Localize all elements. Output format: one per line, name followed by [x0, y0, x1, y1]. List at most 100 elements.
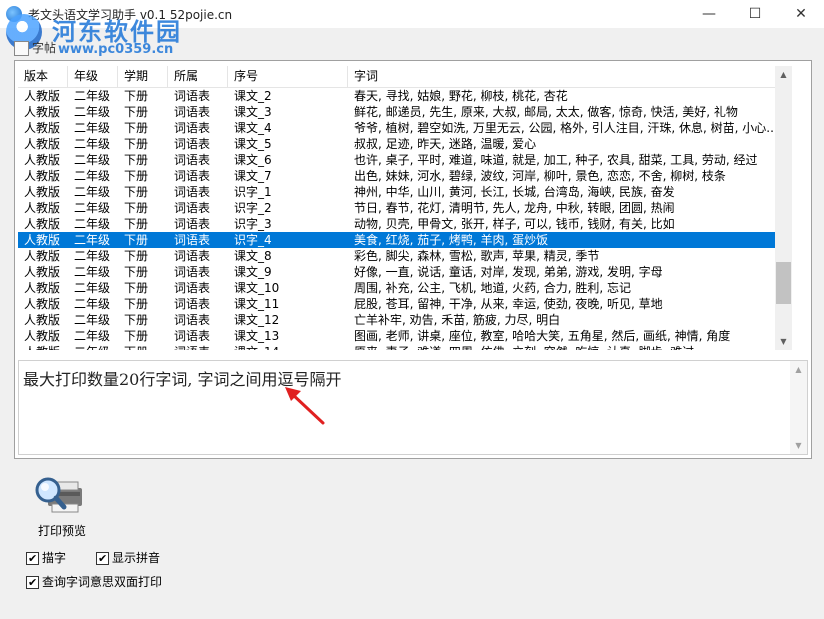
print-preview-button[interactable]: 打印预览 [24, 472, 86, 538]
table-row[interactable]: 人教版 二年级 下册 词语表 课文_4 爷爷, 植树, 碧空如洗, 万里无云, 公园, 格… [18, 120, 778, 136]
watermark-url: www.pc0359.cn [58, 42, 174, 57]
table-cell-words: 出色, 妹妹, 河水, 碧绿, 波纹, 河岸, 柳叶, 景色, 恋恋, 不舍, … [354, 169, 726, 183]
table-cell-grade: 二年级 [74, 169, 111, 183]
table-cell-grade: 二年级 [74, 313, 111, 327]
tab-label: 字帖 [32, 41, 57, 55]
table-cell-words: 节日, 春节, 花灯, 清明节, 先人, 龙舟, 中秋, 转眼, 团圆, 热闹 [354, 201, 675, 215]
table-cell-belongs: 词语表 [174, 249, 211, 263]
table-cell-belongs: 词语表 [174, 121, 211, 135]
input-scroll-down-icon[interactable]: ▼ [790, 437, 807, 454]
table-cell-edition: 人教版 [24, 121, 61, 135]
table-cell-grade: 二年级 [74, 153, 111, 167]
table-cell-grade: 二年级 [74, 233, 111, 247]
input-scroll-up-icon[interactable]: ▲ [790, 361, 807, 378]
table-cell-seq: 识字_4 [234, 233, 272, 247]
table-row[interactable]: 人教版 二年级 下册 词语表 课文_13 图画, 老师, 讲桌, 座位, 教室, 哈哈大笑… [18, 328, 778, 344]
table-cell-seq: 课文_2 [234, 89, 272, 103]
table-cell-grade: 二年级 [74, 201, 111, 215]
table-cell-words: 亡羊补牢, 劝告, 禾苗, 筋疲, 力尽, 明白 [354, 313, 561, 327]
table-row[interactable]: 人教版 二年级 下册 词语表 课文_11 屁股, 苍耳, 留神, 干净, 从来, 幸运, … [18, 296, 778, 312]
table-cell-words: 图画, 老师, 讲桌, 座位, 教室, 哈哈大笑, 五角星, 然后, 画纸, 神… [354, 329, 731, 343]
table-cell-grade: 二年级 [74, 249, 111, 263]
table-row[interactable]: 人教版 二年级 下册 词语表 课文_6 也许, 桌子, 平时, 难道, 味道, 就是, 加… [18, 152, 778, 168]
table-cell-term: 下册 [124, 105, 149, 119]
scroll-up-icon[interactable]: ▲ [775, 66, 792, 83]
scroll-down-icon[interactable]: ▼ [775, 333, 792, 350]
table-row[interactable]: 人教版 二年级 下册 词语表 识字_4 美食, 红烧, 茄子, 烤鸭, 羊肉, 蛋炒饭 [18, 232, 778, 248]
table-cell-belongs: 词语表 [174, 265, 211, 279]
table-cell-edition: 人教版 [18, 344, 68, 350]
table-cell-term: 下册 [124, 169, 149, 183]
maximize-button[interactable]: ☐ [732, 0, 778, 28]
column-header-grade[interactable]: 年级 [68, 66, 118, 87]
table-cell-grade: 二年级 [74, 121, 111, 135]
table-cell-words: 神州, 中华, 山川, 黄河, 长江, 长城, 台湾岛, 海峡, 民族, 奋发 [354, 185, 675, 199]
table-cell-grade: 二年级 [74, 265, 111, 279]
column-header-words[interactable]: 字词 [348, 66, 782, 87]
table-cell-seq: 课文_9 [234, 265, 272, 279]
words-input[interactable]: 最大打印数量20行字词, 字词之间用逗号隔开 ▲ ▼ [18, 360, 808, 455]
table-cell-edition: 人教版 [24, 169, 61, 183]
tab-copybook[interactable]: 字帖 [10, 38, 62, 58]
table-row[interactable]: 人教版 二年级 下册 词语表 课文_10 周围, 补充, 公主, 飞机, 地道, 火药, … [18, 280, 778, 296]
options-panel: 打印预览 ✔ 描字 ✔ 显示拼音 ✔ 查询字词意思双面打印 [14, 466, 810, 606]
scroll-thumb[interactable] [776, 262, 791, 304]
table-row[interactable]: 人教版 二年级 下册 词语表 识字_1 神州, 中华, 山川, 黄河, 长江, 长城, 台… [18, 184, 778, 200]
table-cell-belongs: 词语表 [174, 281, 211, 295]
table-cell-belongs: 词语表 [168, 344, 228, 350]
column-header-term[interactable]: 学期 [118, 66, 168, 87]
table-row[interactable]: 人教版 二年级 下册 词语表 课文_5 叔叔, 足迹, 昨天, 迷路, 温暖, 爱心 [18, 136, 778, 152]
table-cell-grade: 二年级 [68, 344, 118, 350]
table-row[interactable]: 人教版二年级下册词语表课文_14原来, 妻子, 难道, 四周, 仿佛, 立刻, … [18, 344, 778, 350]
table-cell-words: 美食, 红烧, 茄子, 烤鸭, 羊肉, 蛋炒饭 [354, 233, 549, 247]
table-cell-belongs: 词语表 [174, 329, 211, 343]
column-header-edition[interactable]: 版本 [18, 66, 68, 87]
table-row[interactable]: 人教版 二年级 下册 词语表 识字_2 节日, 春节, 花灯, 清明节, 先人, 龙舟, … [18, 200, 778, 216]
column-header-belongs[interactable]: 所属 [168, 66, 228, 87]
table-cell-words: 叔叔, 足迹, 昨天, 迷路, 温暖, 爱心 [354, 137, 537, 151]
table-cell-words: 也许, 桌子, 平时, 难道, 味道, 就是, 加工, 种子, 农具, 甜菜, … [354, 153, 758, 167]
input-scrollbar[interactable]: ▲ ▼ [790, 361, 807, 454]
column-header-seq[interactable]: 序号 [228, 66, 348, 87]
print-preview-icon [35, 477, 82, 513]
check-icon: ✔ [28, 576, 38, 589]
table-row[interactable]: 人教版 二年级 下册 词语表 课文_7 出色, 妹妹, 河水, 碧绿, 波纹, 河岸, 柳… [18, 168, 778, 184]
close-button[interactable]: ✕ [778, 0, 824, 28]
table-cell-grade: 二年级 [74, 329, 111, 343]
table-row[interactable]: 人教版 二年级 下册 词语表 课文_9 好像, 一直, 说话, 童话, 对岸, 发现, 弟… [18, 264, 778, 280]
table-cell-seq: 课文_12 [234, 313, 280, 327]
table-row[interactable]: 人教版 二年级 下册 词语表 课文_8 彩色, 脚尖, 森林, 雪松, 歌声, 苹果, 精… [18, 248, 778, 264]
table-cell-words: 屁股, 苍耳, 留神, 干净, 从来, 幸运, 使劲, 夜晚, 听见, 草地 [354, 297, 663, 311]
table-cell-term: 下册 [124, 265, 149, 279]
table-cell-belongs: 词语表 [174, 201, 211, 215]
table-cell-seq: 识字_2 [234, 201, 272, 215]
table-cell-words: 春天, 寻找, 姑娘, 野花, 柳枝, 桃花, 杏花 [354, 89, 568, 103]
table-cell-edition: 人教版 [24, 185, 61, 199]
table-cell-grade: 二年级 [74, 105, 111, 119]
table-row[interactable]: 人教版 二年级 下册 词语表 课文_2 春天, 寻找, 姑娘, 野花, 柳枝, 桃花, 杏… [18, 88, 778, 104]
table-cell-grade: 二年级 [74, 89, 111, 103]
table-cell-term: 下册 [124, 249, 149, 263]
check-icon: ✔ [28, 552, 38, 565]
table-cell-words: 鲜花, 邮递员, 先生, 原来, 大叔, 邮局, 太太, 做客, 惊奇, 快活,… [354, 105, 738, 119]
table-cell-grade: 二年级 [74, 137, 111, 151]
table-row[interactable]: 人教版 二年级 下册 词语表 课文_12 亡羊补牢, 劝告, 禾苗, 筋疲, 力尽, 明白 [18, 312, 778, 328]
minimize-button[interactable]: — [686, 0, 732, 28]
table-cell-seq: 课文_8 [234, 249, 272, 263]
table-cell-term: 下册 [124, 313, 149, 327]
copybook-icon [14, 41, 29, 56]
word-list[interactable]: 版本 年级 学期 所属 序号 字词 人教版 二年级 下册 词语表 课文_2 春天, 寻找, 姑娘, … [18, 66, 792, 350]
table-cell-edition: 人教版 [24, 137, 61, 151]
table-cell-seq: 课文_5 [234, 137, 272, 151]
table-cell-words: 爷爷, 植树, 碧空如洗, 万里无云, 公园, 格外, 引人注目, 汗珠, 休息… [354, 121, 778, 135]
table-cell-seq: 课文_4 [234, 121, 272, 135]
list-scrollbar[interactable]: ▲ ▼ [775, 66, 792, 350]
table-row[interactable]: 人教版 二年级 下册 词语表 识字_3 动物, 贝壳, 甲骨文, 张开, 样子, 可以, … [18, 216, 778, 232]
table-cell-words: 好像, 一直, 说话, 童话, 对岸, 发现, 弟弟, 游戏, 发明, 字母 [354, 265, 663, 279]
table-row[interactable]: 人教版 二年级 下册 词语表 课文_3 鲜花, 邮递员, 先生, 原来, 大叔, 邮局, … [18, 104, 778, 120]
table-cell-edition: 人教版 [24, 153, 61, 167]
table-cell-belongs: 词语表 [174, 105, 211, 119]
table-cell-term: 下册 [124, 121, 149, 135]
table-cell-edition: 人教版 [24, 249, 61, 263]
table-cell-seq: 课文_7 [234, 169, 272, 183]
